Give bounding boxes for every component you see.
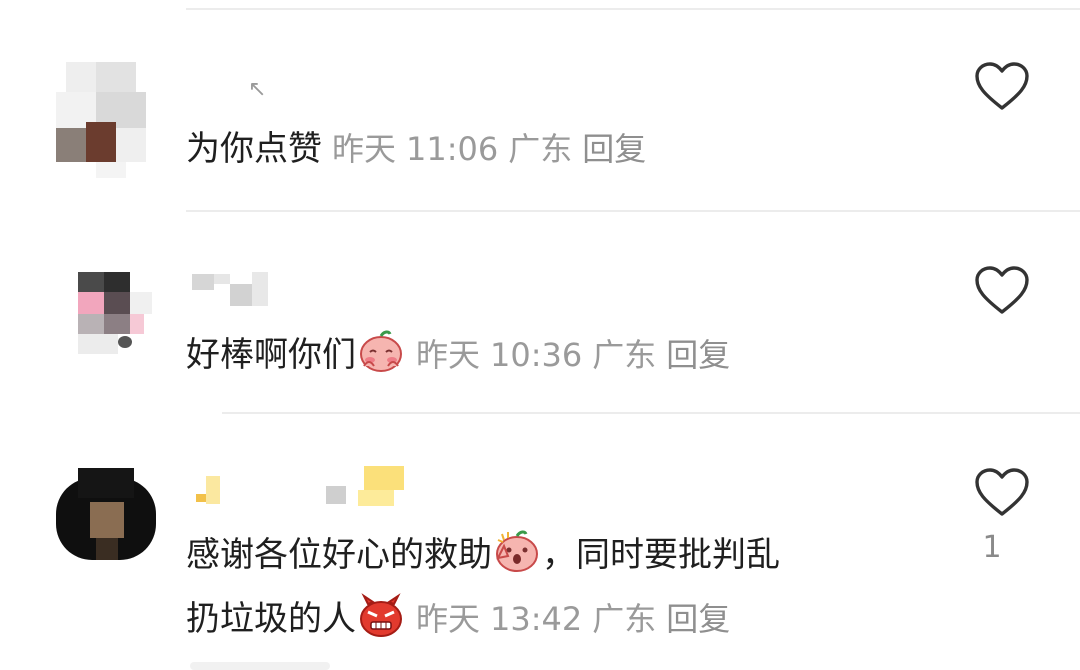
- like-count: 1: [982, 530, 1002, 565]
- comment-meta: 昨天 10:36 广东: [416, 336, 666, 374]
- comment-text: 好棒啊你们: [186, 335, 356, 375]
- surprised-face-emoji: [496, 530, 538, 572]
- comment-line: 为你点赞 昨天 11:06 广东 回复: [186, 126, 646, 172]
- comment-time: 10:36: [490, 336, 583, 374]
- shy-face-emoji: [360, 330, 402, 372]
- comment-text-line-2: 扔垃圾的人: [186, 599, 356, 639]
- comment-location: 广东: [592, 336, 657, 374]
- comment-line: 好棒啊你们 昨天 10:36 广东 回复: [186, 328, 730, 378]
- avatar[interactable]: [56, 468, 156, 568]
- comment-location: 广东: [508, 130, 573, 168]
- like-button[interactable]: [974, 62, 1030, 116]
- comment-text: 为你点赞: [186, 129, 322, 169]
- comment-list: ↖ 为你点赞 昨天 11:06 广东 回复 好棒啊你们 昨天 10:36 广东 …: [0, 0, 1080, 670]
- username[interactable]: [188, 466, 418, 506]
- comment-date: 昨天: [416, 600, 481, 638]
- username-mark: ↖: [248, 77, 267, 102]
- divider: [222, 412, 1080, 414]
- like-button[interactable]: [974, 468, 1030, 522]
- like-button[interactable]: [974, 266, 1030, 320]
- avatar[interactable]: [56, 272, 156, 372]
- angry-face-emoji: [360, 593, 402, 637]
- comment-meta: 昨天 11:06 广东: [332, 130, 582, 168]
- divider: [186, 210, 1080, 212]
- username[interactable]: [188, 272, 278, 306]
- heart-outline-icon: [975, 468, 1029, 516]
- comment-time: 13:42: [490, 600, 583, 638]
- comment-date: 昨天: [416, 336, 481, 374]
- comment-time: 11:06: [406, 130, 499, 168]
- reply-button[interactable]: 回复: [666, 336, 730, 374]
- comment-meta: 昨天 13:42 广东: [416, 600, 666, 638]
- heart-outline-icon: [975, 266, 1029, 314]
- comment-line: 扔垃圾的人 昨天 13:42 广东 回复: [186, 592, 730, 642]
- username[interactable]: ↖: [188, 77, 268, 110]
- divider-top: [186, 8, 1080, 10]
- heart-outline-icon: [975, 62, 1029, 110]
- comment-text-line-1: 感谢各位好心的救助: [186, 535, 492, 575]
- next-item-edge: [190, 662, 330, 670]
- comment-line: 感谢各位好心的救助 ，同时要批判乱: [186, 528, 780, 578]
- avatar[interactable]: [56, 62, 156, 178]
- comment-location: 广东: [592, 600, 657, 638]
- comment-date: 昨天: [332, 130, 397, 168]
- comment-text-line-1-suffix: ，同时要批判乱: [542, 535, 780, 575]
- reply-button[interactable]: 回复: [582, 130, 646, 168]
- reply-button[interactable]: 回复: [666, 600, 730, 638]
